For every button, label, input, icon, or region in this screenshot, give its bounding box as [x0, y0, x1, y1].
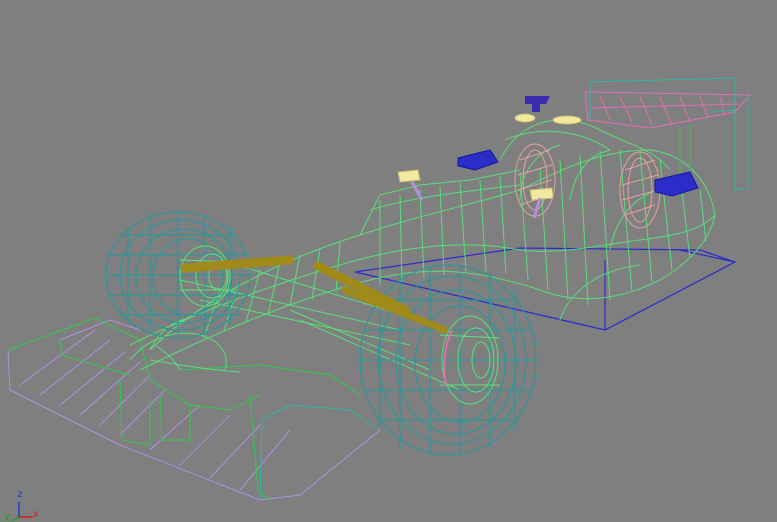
axis-gizmo: z x y — [0, 490, 50, 522]
rear-wing — [584, 77, 752, 191]
wireframe-scene — [7, 77, 752, 501]
axis-z-label: z — [17, 489, 24, 500]
front-wing — [7, 317, 381, 501]
rear-wheels — [514, 143, 661, 229]
mirror-left — [457, 149, 499, 171]
3d-viewport[interactable]: z x y — [0, 0, 777, 522]
axis-x-label: x — [33, 509, 40, 520]
axis-y-label: y — [4, 511, 11, 522]
steering-column — [525, 96, 550, 112]
